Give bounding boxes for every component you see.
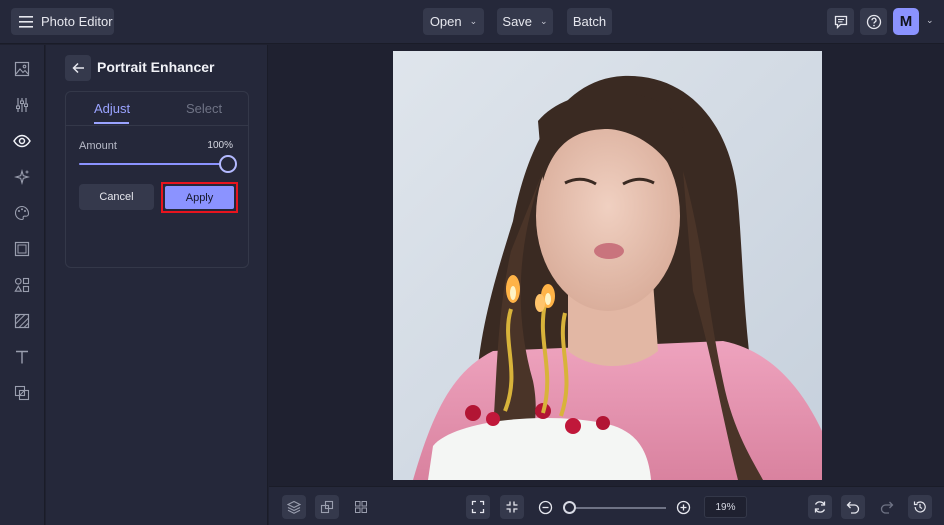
portrait-illustration <box>393 51 822 480</box>
main-menu-button[interactable]: Photo Editor <box>11 8 114 35</box>
save-label: Save <box>502 14 533 29</box>
history-button[interactable] <box>908 495 932 519</box>
bottom-toolbar: 19% <box>269 486 944 525</box>
help-icon <box>866 14 881 29</box>
refresh-icon <box>814 501 826 513</box>
compare-button[interactable] <box>315 495 339 519</box>
amount-slider-handle[interactable] <box>219 155 237 173</box>
cancel-button[interactable]: Cancel <box>79 184 154 210</box>
back-button[interactable] <box>65 55 91 81</box>
text-icon[interactable] <box>12 347 32 367</box>
editor-canvas <box>269 45 944 486</box>
grid-button[interactable] <box>349 495 373 519</box>
help-button[interactable] <box>860 8 887 35</box>
image-icon[interactable] <box>12 59 32 79</box>
zoom-level-display[interactable]: 19% <box>704 496 747 518</box>
chevron-down-icon: ⌄ <box>469 16 478 26</box>
portrait-photo[interactable] <box>393 51 822 480</box>
shapes-icon[interactable] <box>12 275 32 295</box>
history-icon <box>913 501 926 513</box>
zoom-in-button[interactable] <box>671 495 695 519</box>
apply-label: Apply <box>185 191 214 204</box>
sliders-icon[interactable] <box>12 95 32 115</box>
fit-screen-button[interactable] <box>466 495 490 519</box>
panel-tabs: Adjust Select <box>66 92 248 126</box>
chevron-down-icon: ⌄ <box>540 16 548 26</box>
palette-icon[interactable] <box>12 203 32 223</box>
chat-feedback-icon <box>834 15 847 29</box>
cancel-label: Cancel <box>99 191 134 203</box>
frame-icon[interactable] <box>12 239 32 259</box>
apply-button[interactable]: Apply <box>165 186 234 209</box>
save-button[interactable]: Save ⌄ <box>497 8 553 35</box>
apply-highlight-box: Apply <box>161 182 238 213</box>
rotate-button[interactable] <box>808 495 832 519</box>
zoom-in-icon <box>676 500 690 514</box>
user-avatar[interactable]: M <box>893 8 919 35</box>
top-bar: Photo Editor Open ⌄ Save ⌄ Batch M ⌄ <box>0 0 944 44</box>
actual-size-button[interactable] <box>500 495 524 519</box>
open-button[interactable]: Open ⌄ <box>423 8 484 35</box>
redo-icon <box>880 501 894 514</box>
layers-button[interactable] <box>282 495 306 519</box>
panel-title: Portrait Enhancer <box>97 59 215 75</box>
tool-sidebar <box>0 45 45 525</box>
undo-button[interactable] <box>841 495 865 519</box>
sparkles-icon[interactable] <box>12 167 32 187</box>
avatar-initial: M <box>899 13 913 30</box>
grid-icon <box>355 501 367 513</box>
amount-label: Amount <box>79 140 117 152</box>
eye-icon[interactable] <box>12 131 32 151</box>
expand-icon <box>471 500 485 514</box>
batch-label: Batch <box>572 14 607 29</box>
hamburger-menu-icon <box>19 15 33 28</box>
app-title: Photo Editor <box>41 14 113 29</box>
texture-icon[interactable] <box>12 311 32 331</box>
amount-slider-track[interactable] <box>79 163 229 165</box>
chevron-down-icon[interactable]: ⌄ <box>926 15 934 26</box>
adjust-card: Adjust Select Amount 100% Cancel Apply <box>65 91 249 268</box>
zoom-slider-handle[interactable] <box>563 501 576 514</box>
overlay-icon[interactable] <box>12 383 32 403</box>
tab-adjust[interactable]: Adjust <box>94 101 130 116</box>
compare-icon <box>320 500 334 514</box>
redo-button[interactable] <box>875 495 899 519</box>
feedback-button[interactable] <box>827 8 854 35</box>
undo-icon <box>846 501 860 514</box>
collapse-icon <box>506 501 518 513</box>
amount-value: 100% <box>207 140 233 151</box>
zoom-slider-track[interactable] <box>571 507 666 509</box>
active-tab-indicator <box>94 122 129 124</box>
zoom-out-button[interactable] <box>533 495 557 519</box>
arrow-left-icon <box>71 62 84 74</box>
layers-icon <box>287 500 301 514</box>
open-label: Open <box>429 14 462 29</box>
portrait-enhancer-panel: Portrait Enhancer Adjust Select Amount 1… <box>46 45 268 525</box>
zoom-out-icon <box>538 500 552 514</box>
zoom-level-value: 19% <box>715 501 736 513</box>
batch-button[interactable]: Batch <box>567 8 612 35</box>
tab-select[interactable]: Select <box>186 101 222 116</box>
